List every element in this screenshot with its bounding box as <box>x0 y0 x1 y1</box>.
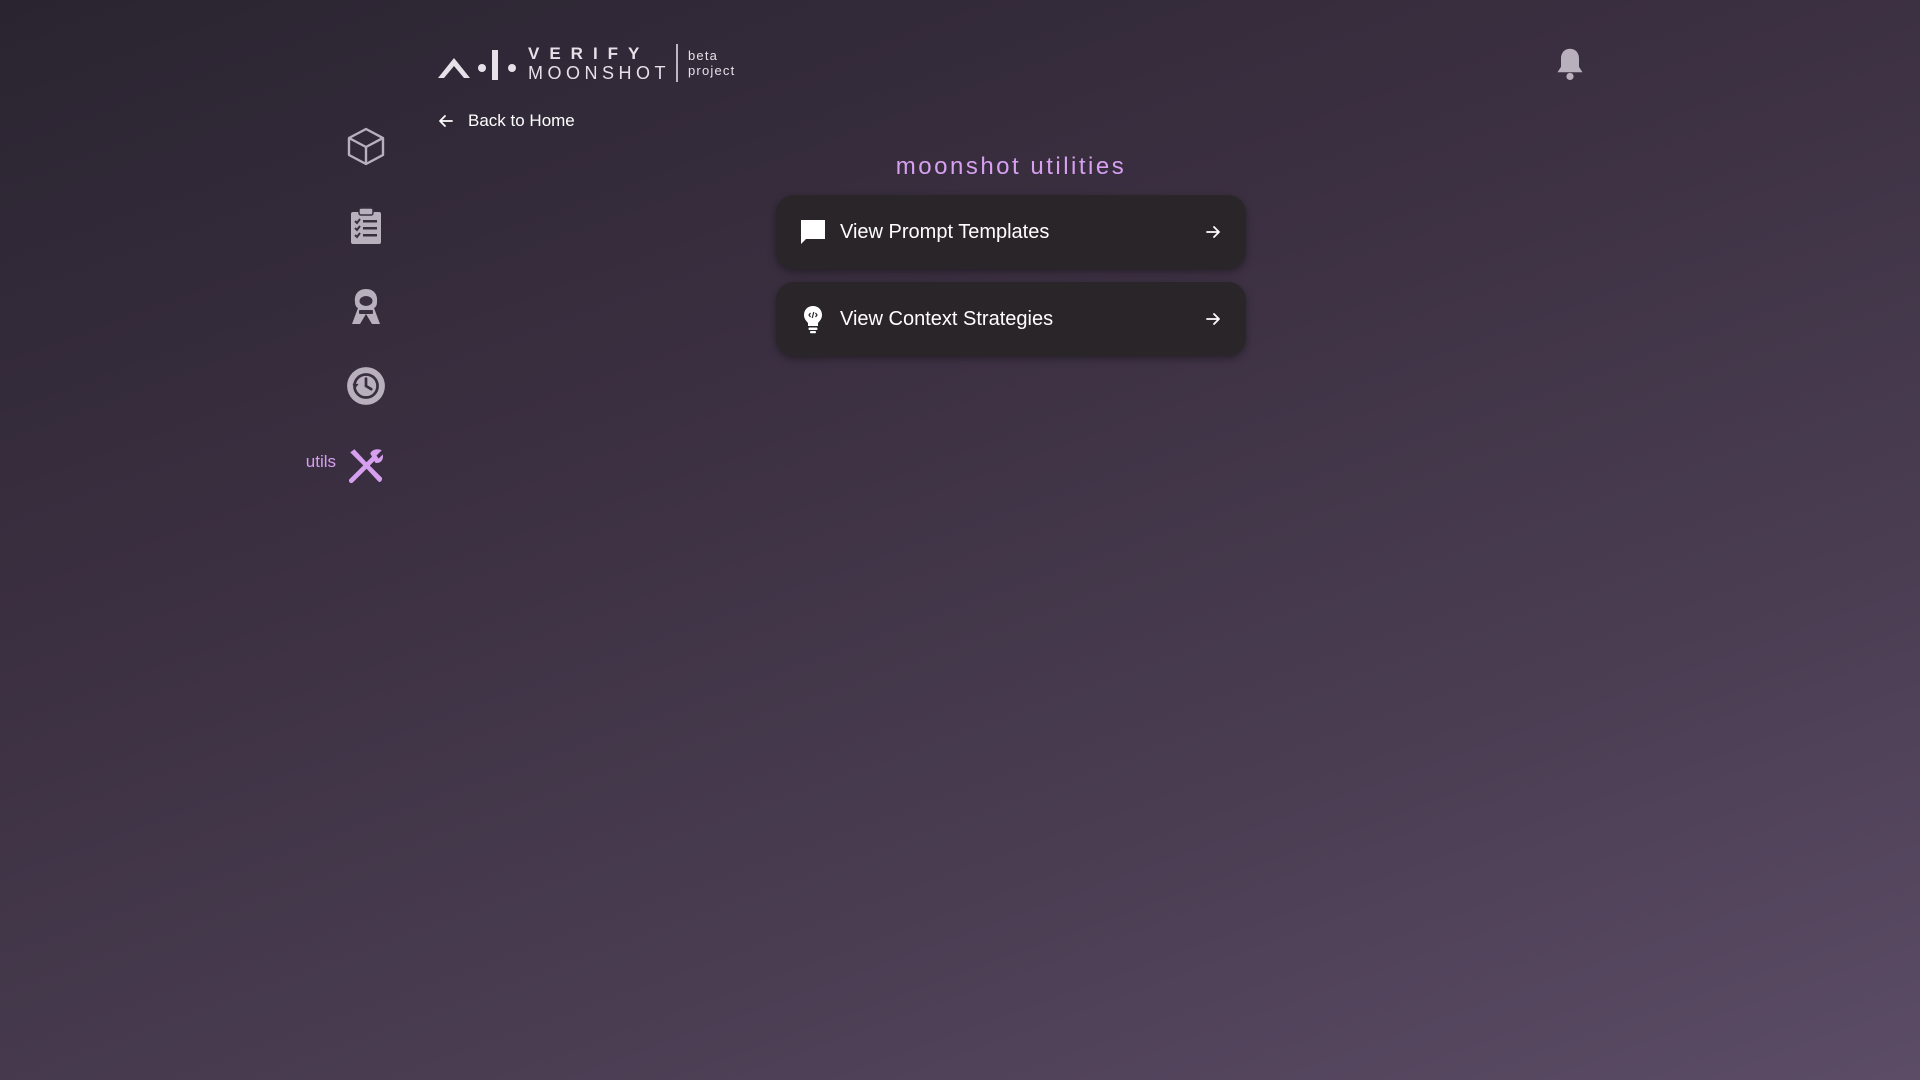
sidebar-item-endpoints[interactable] <box>290 118 400 174</box>
card-label: View Prompt Templates <box>840 220 1050 243</box>
cube-icon <box>344 124 388 168</box>
logo-project-text: project <box>688 63 736 78</box>
logo[interactable]: VERIFY MOONSHOT beta project <box>436 44 735 82</box>
arrow-left-icon <box>439 115 453 127</box>
logo-verify-text: VERIFY <box>528 43 650 63</box>
page-title: moonshot utilities <box>895 153 1127 180</box>
clipboard-checklist-icon <box>344 204 388 248</box>
sidebar-item-utils[interactable]: utils <box>290 438 400 494</box>
chat-bubble-icon <box>798 217 828 247</box>
sidebar-item-label: utils <box>305 452 336 471</box>
view-prompt-templates-button[interactable]: View Prompt Templates <box>776 195 1246 269</box>
back-to-home-link[interactable]: Back to Home <box>436 111 575 131</box>
aiverify-logo-mark-icon <box>438 50 516 80</box>
back-to-home-label: Back to Home <box>468 111 575 130</box>
red-team-agent-icon <box>344 284 388 328</box>
history-icon <box>344 364 388 408</box>
sidebar-item-history[interactable] <box>290 358 400 414</box>
logo-beta-tag: beta project <box>688 48 735 78</box>
tools-icon <box>344 444 388 488</box>
notification-bell-button[interactable] <box>1553 46 1587 82</box>
sidebar-item-red-teaming[interactable] <box>290 278 400 334</box>
lightbulb-icon <box>798 304 828 334</box>
view-context-strategies-button[interactable]: View Context Strategies <box>776 282 1246 356</box>
logo-moonshot-text: MOONSHOT <box>528 62 670 83</box>
card-label: View Context Strategies <box>840 307 1054 330</box>
logo-divider <box>676 44 678 82</box>
sidebar-item-benchmarks[interactable] <box>290 198 400 254</box>
arrow-right-icon <box>1206 313 1220 325</box>
logo-beta-text: beta <box>688 48 719 63</box>
bell-icon <box>1557 48 1583 81</box>
arrow-right-icon <box>1206 226 1220 238</box>
logo-wordmark: VERIFY MOONSHOT <box>528 45 670 82</box>
